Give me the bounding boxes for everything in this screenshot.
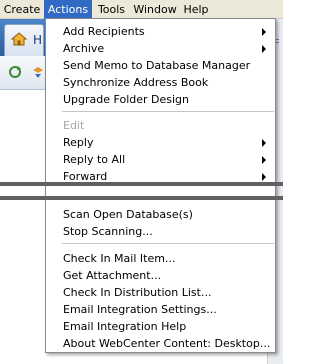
menu-item-email-integration-help[interactable]: Email Integration Help — [47, 318, 274, 335]
menu-item-label: Check In Distribution List... — [63, 286, 212, 299]
menu-item-archive[interactable]: Archive — [47, 40, 274, 57]
refresh-icon[interactable] — [8, 65, 22, 79]
break-bar-top — [0, 182, 283, 186]
submenu-arrow-icon — [262, 28, 266, 36]
menu-item-about-webcenter-content-desktop[interactable]: About WebCenter Content: Desktop... — [47, 335, 274, 352]
menu-item-label: Synchronize Address Book — [63, 76, 209, 89]
menu-item-edit[interactable]: Edit — [47, 117, 274, 134]
menu-separator — [62, 243, 274, 244]
menu-item-label: Edit — [63, 119, 85, 132]
home-icon — [10, 32, 28, 46]
menu-item-check-in-mail-item[interactable]: Check In Mail Item... — [47, 250, 274, 267]
home-tab-label: H — [33, 33, 43, 47]
sync-icon[interactable] — [31, 65, 45, 79]
menu-item-check-in-distribution-list[interactable]: Check In Distribution List... — [47, 284, 274, 301]
menu-separator — [62, 111, 274, 112]
menu-item-label: Send Memo to Database Manager — [63, 59, 251, 72]
break-bar-bottom — [0, 196, 283, 200]
menu-item-label: About WebCenter Content: Desktop... — [63, 337, 271, 350]
menu-item-label: Stop Scanning... — [63, 225, 153, 238]
menu-item-label: Scan Open Database(s) — [63, 208, 193, 221]
submenu-arrow-icon — [262, 45, 266, 53]
menu-create[interactable]: Create — [0, 0, 44, 19]
menu-item-label: Add Recipients — [63, 25, 145, 38]
submenu-arrow-icon — [262, 173, 266, 181]
menu-help[interactable]: Help — [179, 0, 213, 19]
menu-actions[interactable]: Actions — [44, 0, 92, 19]
menu-item-add-recipients[interactable]: Add Recipients — [47, 23, 274, 40]
menu-item-label: Check In Mail Item... — [63, 252, 176, 265]
menu-item-label: Reply to All — [63, 153, 126, 166]
menubar: Create Actions Tools Window Help — [0, 0, 283, 19]
menu-item-upgrade-folder-design[interactable]: Upgrade Folder Design — [47, 91, 274, 108]
menu-item-stop-scanning[interactable]: Stop Scanning... — [47, 223, 274, 240]
submenu-arrow-icon — [262, 139, 266, 147]
menu-item-get-attachment[interactable]: Get Attachment... — [47, 267, 274, 284]
menu-item-reply-to-all[interactable]: Reply to All — [47, 151, 274, 168]
menu-item-label: Email Integration Help — [63, 320, 187, 333]
home-tab[interactable]: H — [4, 24, 44, 56]
menu-item-label: Email Integration Settings... — [63, 303, 217, 316]
menu-window[interactable]: Window — [131, 0, 179, 19]
menu-item-send-memo[interactable]: Send Memo to Database Manager — [47, 57, 274, 74]
submenu-arrow-icon — [262, 156, 266, 164]
menu-item-label: Get Attachment... — [63, 269, 162, 282]
menu-item-email-integration-settings[interactable]: Email Integration Settings... — [47, 301, 274, 318]
menu-item-label: Upgrade Folder Design — [63, 93, 189, 106]
menu-item-synchronize-address-book[interactable]: Synchronize Address Book — [47, 74, 274, 91]
menu-item-reply[interactable]: Reply — [47, 134, 274, 151]
menu-item-label: Reply — [63, 136, 94, 149]
menu-item-scan-open-databases[interactable]: Scan Open Database(s) — [47, 206, 274, 223]
menu-item-label: Archive — [63, 42, 105, 55]
menu-tools[interactable]: Tools — [92, 0, 131, 19]
